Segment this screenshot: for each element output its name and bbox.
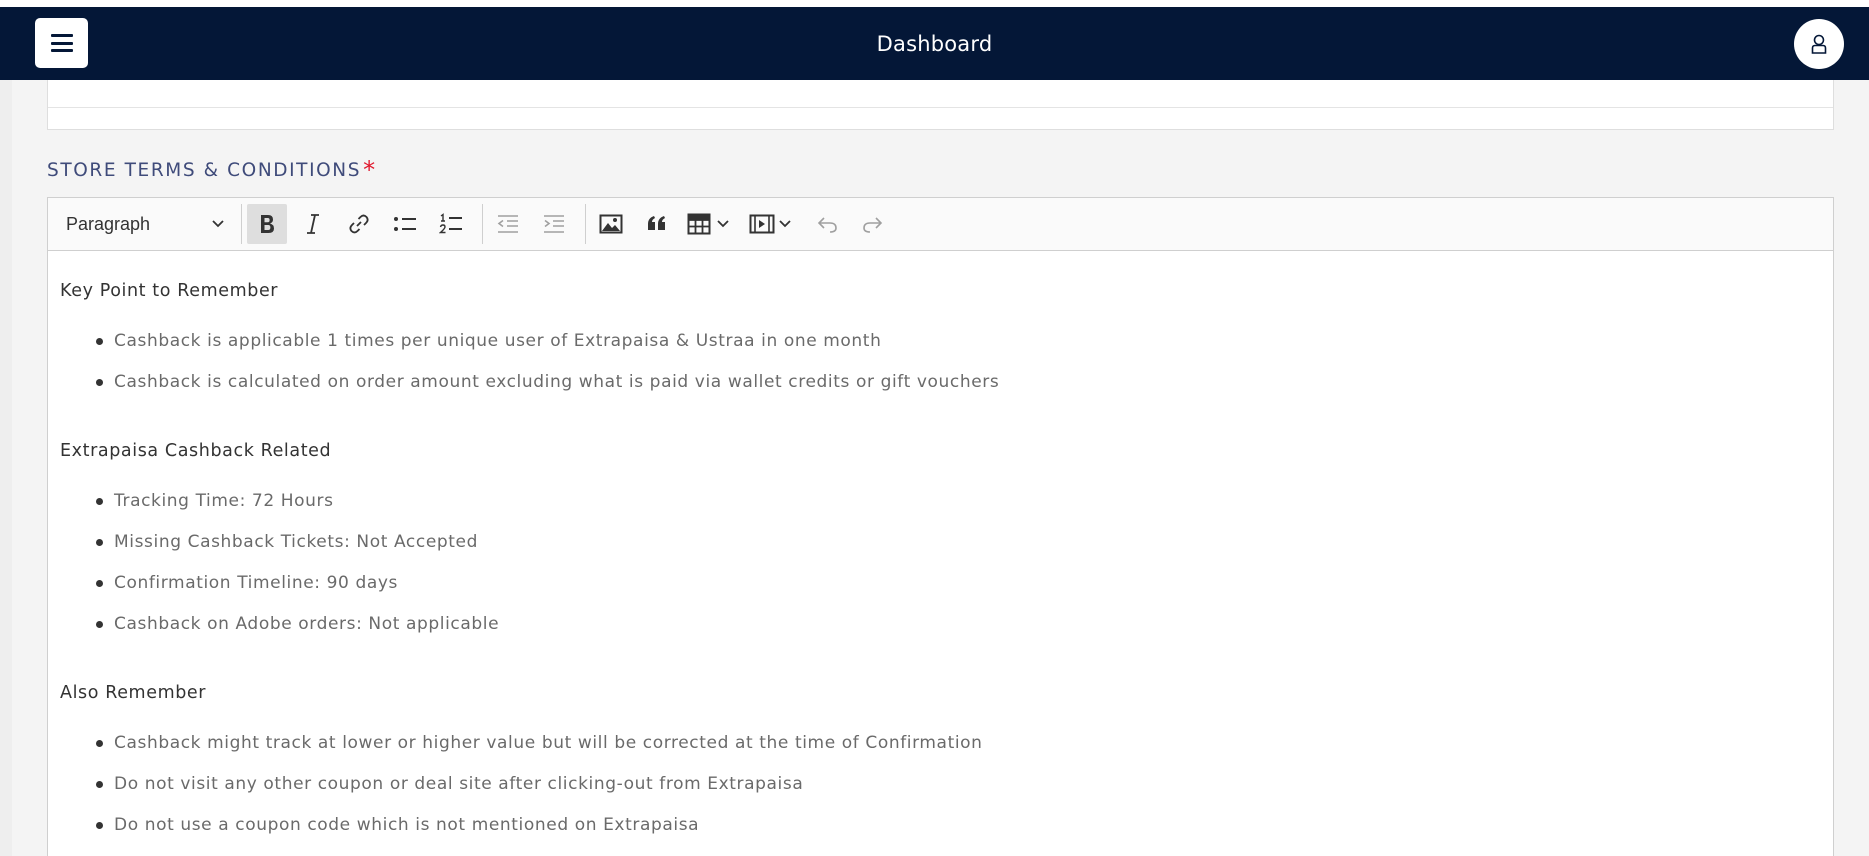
list-item: Do not use a coupon code which is not me… <box>96 814 1821 855</box>
insert-media-button[interactable] <box>745 204 801 244</box>
image-icon <box>599 214 623 234</box>
browser-top-strip <box>0 0 1869 7</box>
editor-content[interactable]: Key Point to Remember Cashback is applic… <box>48 251 1833 855</box>
list-item: Do not visit any other coupon or deal si… <box>96 773 1821 814</box>
list-item: Cashback on Adobe orders: Not applicable <box>96 613 1821 654</box>
numbered-list-icon <box>439 213 462 234</box>
redo-button[interactable] <box>853 204 893 244</box>
list-item: Cashback might track at lower or higher … <box>96 732 1821 773</box>
section-label-text: STORE TERMS & CONDITIONS <box>47 160 362 181</box>
toolbar-separator <box>585 204 586 244</box>
bulleted-list-button[interactable] <box>385 204 425 244</box>
required-marker: * <box>363 156 377 184</box>
content-heading: Key Point to Remember <box>60 281 279 301</box>
italic-button[interactable] <box>293 204 333 244</box>
quote-icon <box>648 216 665 230</box>
list-item: Tracking Time: 72 Hours <box>96 490 1821 531</box>
italic-icon <box>307 214 319 234</box>
insert-image-button[interactable] <box>591 204 631 244</box>
content-heading: Extrapaisa Cashback Related <box>60 441 332 461</box>
user-icon <box>1811 34 1827 54</box>
chevron-down-icon <box>717 220 729 228</box>
toolbar-separator <box>482 204 483 244</box>
page-title: Dashboard <box>876 31 993 56</box>
list-item: Missing Cashback Tickets: Not Accepted <box>96 531 1821 572</box>
bullet-list: Tracking Time: 72 Hours Missing Cashback… <box>60 490 1821 654</box>
table-icon <box>687 213 711 235</box>
chevron-down-icon <box>212 220 224 228</box>
indent-icon <box>544 215 564 233</box>
hamburger-icon <box>50 34 73 52</box>
outdent-button[interactable] <box>488 204 528 244</box>
redo-icon <box>863 217 883 233</box>
list-item: Cashback is applicable 1 times per uniqu… <box>96 330 1821 371</box>
store-terms-label: STORE TERMS & CONDITIONS* <box>47 154 377 184</box>
content-heading: Also Remember <box>60 683 207 703</box>
bulleted-list-icon <box>394 217 416 231</box>
insert-table-button[interactable] <box>683 204 739 244</box>
undo-button[interactable] <box>807 204 847 244</box>
heading-dropdown[interactable]: Paragraph <box>54 204 236 244</box>
numbered-list-button[interactable] <box>431 204 471 244</box>
block-quote-button[interactable] <box>637 204 677 244</box>
link-button[interactable] <box>339 204 379 244</box>
toolbar-separator <box>241 204 242 244</box>
outdent-icon <box>497 215 518 233</box>
list-item: Confirmation Timeline: 90 days <box>96 572 1821 613</box>
menu-button[interactable] <box>35 18 88 68</box>
bullet-list: Cashback is applicable 1 times per uniqu… <box>60 330 1821 412</box>
user-profile-button[interactable] <box>1794 19 1844 69</box>
divider <box>48 107 1833 108</box>
rich-text-editor[interactable]: Paragraph Key Point to Remember Cashback… <box>47 197 1834 856</box>
bullet-list: Cashback might track at lower or higher … <box>60 732 1821 855</box>
chevron-down-icon <box>779 220 791 228</box>
media-icon <box>749 214 775 234</box>
previous-field-box[interactable] <box>47 80 1834 130</box>
link-icon <box>349 214 369 234</box>
bold-button[interactable] <box>247 204 287 244</box>
undo-icon <box>817 217 837 233</box>
indent-button[interactable] <box>534 204 574 244</box>
editor-toolbar: Paragraph <box>48 198 1833 251</box>
heading-dropdown-value: Paragraph <box>66 213 151 234</box>
list-item: Cashback is calculated on order amount e… <box>96 371 1821 412</box>
top-navbar: Dashboard <box>0 7 1869 80</box>
bold-icon <box>261 215 274 233</box>
